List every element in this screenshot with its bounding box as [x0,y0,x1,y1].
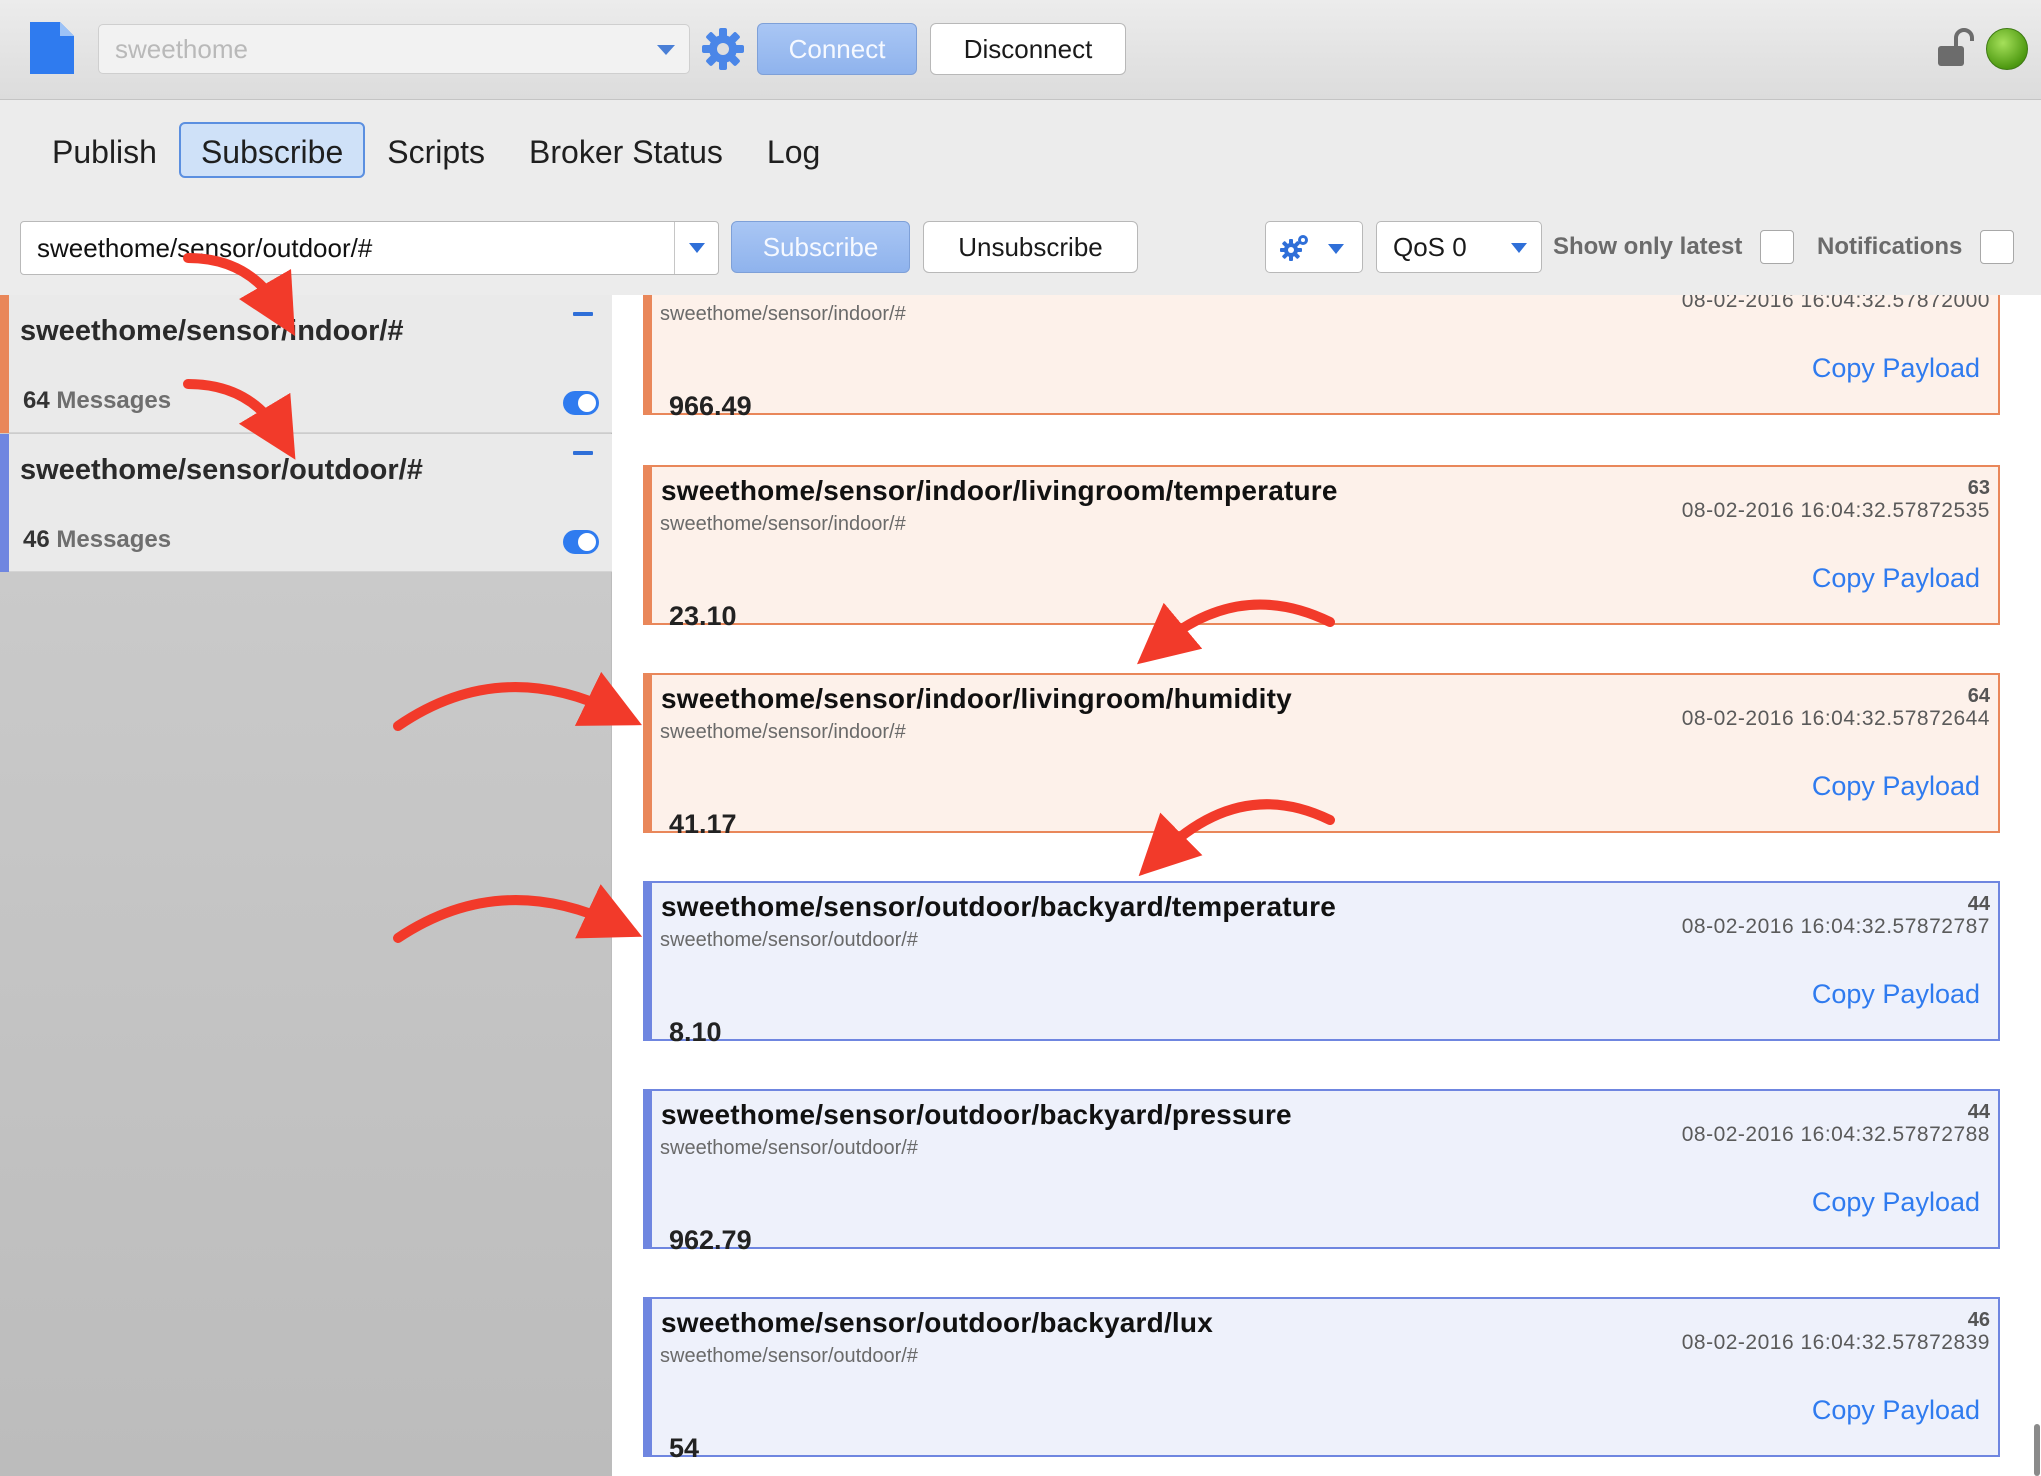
qos-select[interactable]: QoS 0 [1376,221,1542,273]
scrollbar[interactable] [2034,1424,2040,1476]
subscription-topic: sweethome/sensor/outdoor/# [20,454,423,486]
copy-payload-link[interactable]: Copy Payload [1812,1395,1980,1426]
subscription-item[interactable]: sweethome/sensor/outdoor/# 46 Messages [0,434,612,572]
copy-payload-link[interactable]: Copy Payload [1812,979,1980,1010]
connect-button[interactable]: Connect [757,23,917,75]
message-number: 46 [1967,1309,1990,1331]
message-timestamp: 08-02-2016 16:04:32.57872788 [1681,1123,1990,1146]
message-topic: sweethome/sensor/indoor/livingroom/tempe… [661,475,1338,506]
message-payload: 41.17 [669,809,737,839]
message-number: 64 [1967,685,1990,707]
topic-history-dropdown[interactable] [674,222,718,274]
subscription-count-suffix: Messages [56,526,172,553]
message-timestamp: 08-02-2016 16:04:32.57872644 [1681,707,1990,730]
tab-log[interactable]: Log [745,122,842,178]
message-payload: 962.79 [669,1225,752,1255]
subscriptions-sidebar: sweethome/sensor/indoor/# 64 Messages sw… [0,295,612,1476]
subscription-color-bar [0,295,9,433]
subscribe-button[interactable]: Subscribe [731,221,910,273]
unlocked-padlock-icon [1938,28,1974,66]
message-number: 63 [1967,477,1990,499]
copy-payload-link[interactable]: Copy Payload [1812,1187,1980,1218]
subscription-options-button[interactable] [1265,221,1363,273]
message-subscription: sweethome/sensor/indoor/# [660,513,906,535]
message-timestamp: 08-02-2016 16:04:32.57872000 [1681,295,1990,312]
subscription-color-bar [0,434,9,572]
notifications-checkbox[interactable] [1980,230,2014,264]
tab-broker-status[interactable]: Broker Status [507,122,745,178]
message-timestamp: 08-02-2016 16:04:32.57872787 [1681,915,1990,938]
gears-icon [1280,235,1308,261]
copy-payload-link[interactable]: Copy Payload [1812,353,1980,384]
broker-select-value: sweethome [115,34,248,64]
message-timestamp: 08-02-2016 16:04:32.57872535 [1681,499,1990,522]
document-icon[interactable] [30,22,74,74]
message-card[interactable]: sweethome/sensor/indoor/livingroom/humid… [643,673,2000,839]
subscription-count-number: 64 [23,387,50,414]
copy-payload-link[interactable]: Copy Payload [1812,771,1980,802]
tab-publish[interactable]: Publish [30,122,179,178]
topic-input-value: sweethome/sensor/outdoor/# [37,233,373,263]
messages-list[interactable]: sweethome/sensor/indoor/# 08-02-2016 16:… [612,295,2041,1476]
notifications-label: Notifications [1817,233,1963,260]
message-card[interactable]: sweethome/sensor/outdoor/backyard/temper… [643,881,2000,1047]
message-topic: sweethome/sensor/outdoor/backyard/pressu… [661,1099,1292,1130]
tab-bar: Publish Subscribe Scripts Broker Status … [30,122,842,178]
message-subscription: sweethome/sensor/indoor/# [660,721,906,743]
message-payload: 54 [669,1433,700,1463]
subscription-topic: sweethome/sensor/indoor/# [20,315,404,347]
chevron-down-icon [657,45,675,55]
message-number: 44 [1967,893,1990,915]
message-number: 44 [1967,1101,1990,1123]
message-subscription: sweethome/sensor/outdoor/# [660,1345,918,1367]
message-topic: sweethome/sensor/outdoor/backyard/temper… [661,891,1336,922]
subscription-count: 64 Messages [23,387,171,415]
message-topic: sweethome/sensor/indoor/livingroom/humid… [661,683,1292,714]
message-timestamp: 08-02-2016 16:04:32.57872839 [1681,1331,1990,1354]
message-card[interactable]: sweethome/sensor/outdoor/backyard/pressu… [643,1089,2000,1255]
message-subscription: sweethome/sensor/outdoor/# [660,1137,918,1159]
message-subscription: sweethome/sensor/outdoor/# [660,929,918,951]
show-only-latest-checkbox[interactable] [1760,230,1794,264]
subscription-item[interactable]: sweethome/sensor/indoor/# 64 Messages [0,295,612,433]
message-payload: 8.10 [669,1017,722,1047]
show-only-latest-label: Show only latest [1553,233,1743,260]
message-payload: 23.10 [669,601,737,631]
message-subscription: sweethome/sensor/indoor/# [660,303,906,325]
copy-payload-link[interactable]: Copy Payload [1812,563,1980,594]
remove-subscription-icon[interactable] [573,312,593,316]
connection-status-icon [1986,28,2028,70]
chevron-down-icon [1328,244,1344,254]
chevron-down-icon [1511,243,1527,253]
subscription-count-suffix: Messages [56,387,172,414]
chevron-down-icon [689,243,705,253]
message-card[interactable]: sweethome/sensor/indoor/livingroom/tempe… [643,465,2000,631]
unsubscribe-button[interactable]: Unsubscribe [923,221,1138,273]
message-card[interactable]: sweethome/sensor/indoor/# 08-02-2016 16:… [643,295,2000,421]
remove-subscription-icon[interactable] [573,451,593,455]
message-card[interactable]: sweethome/sensor/outdoor/backyard/lux sw… [643,1297,2000,1463]
tab-subscribe[interactable]: Subscribe [178,122,366,178]
subscription-toggle[interactable] [563,391,599,415]
disconnect-button[interactable]: Disconnect [930,23,1126,75]
gear-icon[interactable] [700,26,746,72]
tab-scripts[interactable]: Scripts [365,122,507,178]
message-payload: 966.49 [669,391,752,421]
subscription-count-number: 46 [23,526,50,553]
toolbar: sweethome Connect Disconnect [0,0,2041,100]
topic-input[interactable]: sweethome/sensor/outdoor/# [20,221,719,275]
subscription-toggle[interactable] [563,530,599,554]
message-topic: sweethome/sensor/outdoor/backyard/lux [661,1307,1213,1338]
qos-select-value: QoS 0 [1393,232,1467,262]
subscription-count: 46 Messages [23,526,171,554]
broker-select[interactable]: sweethome [98,24,690,74]
